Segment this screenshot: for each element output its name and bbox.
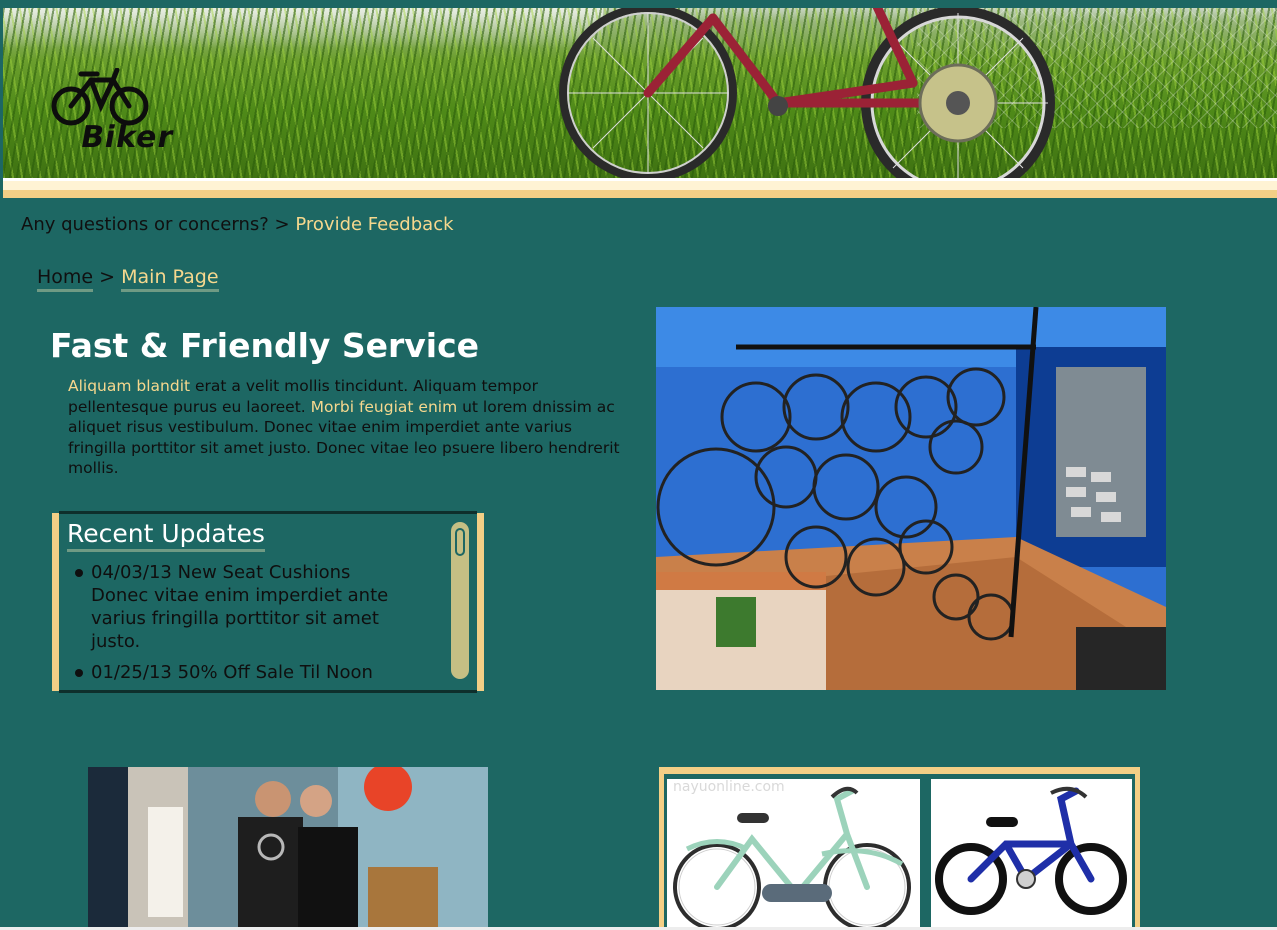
breadcrumb: Home > Main Page xyxy=(37,266,219,292)
page-background: Biker Any questions or concerns? > Provi… xyxy=(0,0,1277,930)
biker-logo[interactable]: Biker xyxy=(51,68,191,164)
page-title: Fast & Friendly Service xyxy=(50,326,480,365)
bicycle-logo-icon xyxy=(51,68,149,126)
bike-shop-photo xyxy=(656,307,1166,690)
breadcrumb-separator: > xyxy=(99,266,116,288)
city-bike-image xyxy=(673,786,911,930)
breadcrumb-home-link[interactable]: Home xyxy=(37,266,94,292)
aliquam-blandit-link[interactable]: Aliquam blandit xyxy=(68,377,190,395)
bike-shop-photo-image xyxy=(656,307,1166,690)
recent-updates-title: Recent Updates xyxy=(67,519,265,552)
recent-updates-panel: Recent Updates 04/03/13 New Seat Cushion… xyxy=(52,511,484,693)
list-item[interactable]: 04/03/13 New Seat Cushions Donec vitae e… xyxy=(71,561,401,653)
staff-photo-image xyxy=(88,767,488,930)
logo-text: Biker xyxy=(77,120,177,155)
updates-top-border xyxy=(59,511,477,514)
feedback-bar: Any questions or concerns? > Provide Fee… xyxy=(21,214,454,235)
updates-scrollbar[interactable] xyxy=(451,522,469,679)
featured-bikes-panel: nayuonline.com xyxy=(659,767,1140,930)
updates-list: 04/03/13 New Seat Cushions Donec vitae e… xyxy=(71,561,401,692)
image-watermark: nayuonline.com xyxy=(673,779,785,795)
header-banner: Biker xyxy=(3,8,1277,178)
city-bike-card[interactable]: nayuonline.com xyxy=(667,779,920,930)
provide-feedback-link[interactable]: Provide Feedback xyxy=(295,214,453,235)
bmx-bike-image xyxy=(935,786,1127,915)
list-item[interactable]: 01/25/13 50% Off Sale Til Noon xyxy=(71,661,401,684)
header-stripe xyxy=(3,178,1277,202)
service-description: Aliquam blandit erat a velit mollis tinc… xyxy=(68,376,628,479)
scrollbar-thumb[interactable] xyxy=(455,528,465,556)
breadcrumb-current-link[interactable]: Main Page xyxy=(121,266,219,292)
feedback-prompt: Any questions or concerns? > xyxy=(21,214,290,235)
banner-bicycle-image xyxy=(559,8,1055,178)
staff-photo xyxy=(88,767,488,930)
bmx-bike-card[interactable] xyxy=(931,779,1132,930)
morbi-feugiat-link[interactable]: Morbi feugiat enim xyxy=(311,398,458,416)
